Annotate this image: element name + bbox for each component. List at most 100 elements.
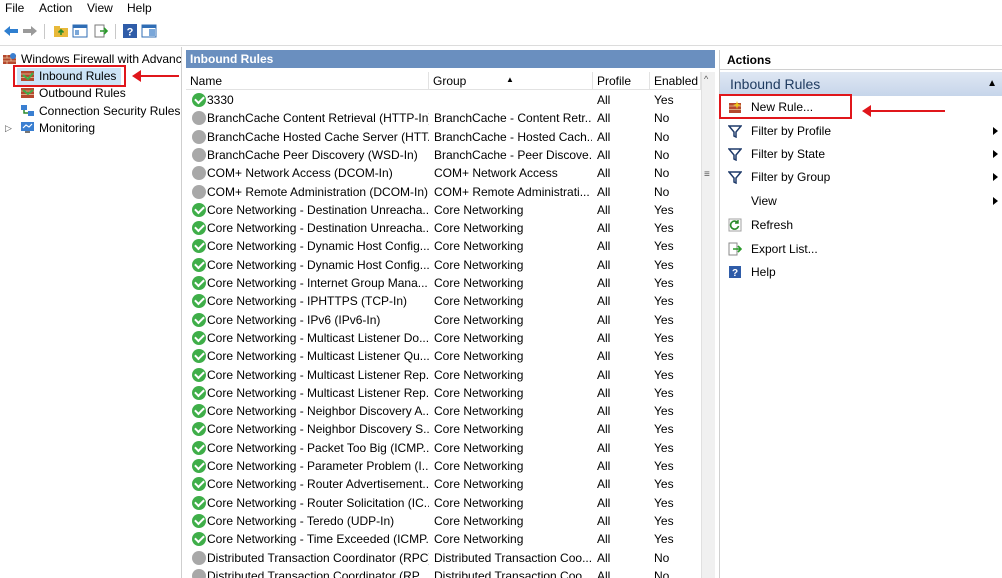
table-row[interactable]: Core Networking - Neighbor Discovery A..… xyxy=(186,402,701,420)
forward-icon[interactable] xyxy=(22,23,38,39)
cell-name: Core Networking - Destination Unreacha..… xyxy=(207,202,429,217)
cell-profile: All xyxy=(597,239,611,254)
menu-bar: File Action View Help xyxy=(0,0,1002,18)
table-row[interactable]: Core Networking - Multicast Listener Qu.… xyxy=(186,347,701,365)
column-header-name[interactable]: Name xyxy=(186,72,429,90)
table-row[interactable]: COM+ Remote Administration (DCOM-In) COM+… xyxy=(186,183,701,201)
firewall-icon xyxy=(3,53,16,64)
rule-disabled-icon xyxy=(192,568,206,578)
cell-enabled: Yes xyxy=(654,312,674,327)
table-row[interactable]: BranchCache Peer Discovery (WSD-In) Branc… xyxy=(186,146,701,164)
table-row[interactable]: Core Networking - Router Advertisement..… xyxy=(186,475,701,493)
cell-name: BranchCache Content Retrieval (HTTP-In) xyxy=(207,111,429,126)
menu-help[interactable]: Help xyxy=(127,1,152,15)
scroll-thumb[interactable]: ≡ xyxy=(704,165,713,185)
cell-name: Core Networking - Multicast Listener Rep… xyxy=(207,367,429,382)
show-hide-tree-icon[interactable] xyxy=(72,23,88,39)
action-label: Filter by State xyxy=(751,147,826,161)
menu-file[interactable]: File xyxy=(5,1,24,15)
export-icon xyxy=(728,242,742,256)
back-icon[interactable] xyxy=(3,23,19,39)
table-row[interactable]: Core Networking - Router Solicitation (I… xyxy=(186,494,701,512)
column-header-group[interactable]: Group ▲ xyxy=(429,72,593,90)
tree-item-outbound-rules[interactable]: Outbound Rules xyxy=(17,85,177,102)
cell-group: BranchCache - Content Retr... xyxy=(434,111,592,126)
table-row[interactable]: BranchCache Hosted Cache Server (HTT... B… xyxy=(186,128,701,146)
table-row[interactable]: Core Networking - Dynamic Host Config...… xyxy=(186,256,701,274)
column-header-profile[interactable]: Profile xyxy=(593,72,650,90)
action-filter-by-state[interactable]: Filter by State xyxy=(720,143,1002,165)
action-filter-by-group[interactable]: Filter by Group xyxy=(720,166,1002,188)
table-row[interactable]: Core Networking - Teredo (UDP-In) Core Ne… xyxy=(186,512,701,530)
highlight-box-inbound-rules xyxy=(13,65,126,87)
cell-profile: All xyxy=(597,294,611,309)
table-row[interactable]: Core Networking - Multicast Listener Rep… xyxy=(186,366,701,384)
cell-name: Core Networking - IPv6 (IPv6-In) xyxy=(207,312,381,327)
menu-view[interactable]: View xyxy=(87,1,113,15)
expand-icon[interactable]: ▷ xyxy=(5,120,12,137)
submenu-arrow-icon xyxy=(993,150,998,158)
column-header-enabled[interactable]: Enabled xyxy=(650,72,701,90)
table-row[interactable]: Core Networking - Destination Unreacha..… xyxy=(186,201,701,219)
cell-group: Core Networking xyxy=(434,349,524,364)
action-export-list[interactable]: Export List... xyxy=(720,238,1002,260)
cell-name: Core Networking - IPHTTPS (TCP-In) xyxy=(207,294,408,309)
table-row[interactable]: BranchCache Content Retrieval (HTTP-In) B… xyxy=(186,109,701,127)
action-view[interactable]: View xyxy=(720,190,1002,212)
cell-enabled: No xyxy=(654,550,670,565)
cell-enabled: Yes xyxy=(654,404,674,419)
cell-name: Core Networking - Dynamic Host Config... xyxy=(207,257,429,272)
action-label: Export List... xyxy=(751,242,818,256)
actions-section-inbound-rules[interactable]: Inbound Rules ▲ xyxy=(720,72,1002,96)
table-row[interactable]: COM+ Network Access (DCOM-In) COM+ Networ… xyxy=(186,164,701,182)
outbound-rules-icon xyxy=(21,88,34,98)
collapse-icon[interactable]: ▲ xyxy=(987,72,997,96)
action-filter-by-profile[interactable]: Filter by Profile xyxy=(720,120,1002,142)
action-help[interactable]: ? Help xyxy=(720,261,1002,283)
submenu-arrow-icon xyxy=(993,127,998,135)
cell-enabled: Yes xyxy=(654,276,674,290)
cell-enabled: Yes xyxy=(654,294,674,309)
table-row[interactable]: Core Networking - Dynamic Host Config...… xyxy=(186,237,701,255)
cell-group: Core Networking xyxy=(434,513,524,528)
table-row[interactable]: Core Networking - Destination Unreacha..… xyxy=(186,219,701,237)
table-row[interactable]: Core Networking - Packet Too Big (ICMP..… xyxy=(186,439,701,457)
scroll-up-icon[interactable]: ^ xyxy=(704,74,708,84)
up-folder-icon[interactable] xyxy=(53,23,69,39)
rule-disabled-icon xyxy=(192,550,206,565)
rule-disabled-icon xyxy=(192,111,206,126)
table-row[interactable]: Core Networking - Neighbor Discovery S..… xyxy=(186,420,701,438)
cell-group: Core Networking xyxy=(434,239,524,254)
cell-profile: All xyxy=(597,166,611,181)
table-row[interactable]: Core Networking - Time Exceeded (ICMP...… xyxy=(186,530,701,548)
help-icon[interactable]: ? xyxy=(122,23,138,39)
table-row[interactable]: Core Networking - Multicast Listener Do.… xyxy=(186,329,701,347)
rule-enabled-icon xyxy=(192,349,206,364)
table-row[interactable]: Distributed Transaction Coordinator (RPC… xyxy=(186,549,701,567)
vertical-scrollbar[interactable]: ^ ≡ xyxy=(701,72,715,578)
cell-name: Core Networking - Multicast Listener Do.… xyxy=(207,330,429,345)
table-row[interactable]: Distributed Transaction Coordinator (RP.… xyxy=(186,567,701,578)
tree-item-monitoring[interactable]: ▷ Monitoring xyxy=(2,120,162,137)
cell-profile: All xyxy=(597,550,611,565)
table-row[interactable]: Core Networking - Internet Group Mana...… xyxy=(186,274,701,292)
menu-action[interactable]: Action xyxy=(39,1,72,15)
cell-enabled: No xyxy=(654,129,670,144)
cell-profile: All xyxy=(597,495,611,510)
table-row[interactable]: Core Networking - IPv6 (IPv6-In) Core Net… xyxy=(186,311,701,329)
cell-name: Core Networking - Neighbor Discovery A..… xyxy=(207,404,429,419)
properties-icon[interactable] xyxy=(141,23,157,39)
submenu-arrow-icon xyxy=(993,197,998,205)
cell-enabled: Yes xyxy=(654,385,674,400)
cell-enabled: Yes xyxy=(654,477,674,492)
highlight-box-new-rule xyxy=(719,94,852,119)
tree-item-connection-security-rules[interactable]: Connection Security Rules xyxy=(17,103,181,120)
export-list-icon[interactable] xyxy=(93,23,109,39)
cell-name: Distributed Transaction Coordinator (RP.… xyxy=(207,568,429,578)
action-refresh[interactable]: Refresh xyxy=(720,214,1002,236)
actions-section-label: Inbound Rules xyxy=(730,76,821,92)
table-row[interactable]: Core Networking - Multicast Listener Rep… xyxy=(186,384,701,402)
table-row[interactable]: Core Networking - IPHTTPS (TCP-In) Core N… xyxy=(186,292,701,310)
table-row[interactable]: 3330 All Yes xyxy=(186,91,701,109)
table-row[interactable]: Core Networking - Parameter Problem (I..… xyxy=(186,457,701,475)
